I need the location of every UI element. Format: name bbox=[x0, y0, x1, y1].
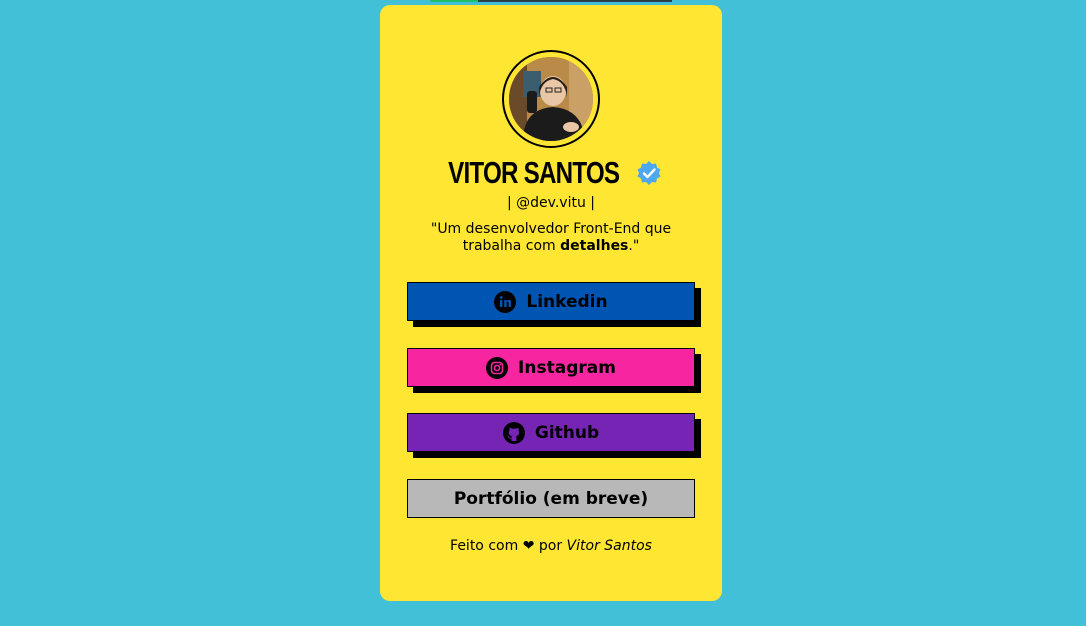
name-row: VITOR SANTOS bbox=[380, 155, 722, 191]
instagram-label: Instagram bbox=[518, 357, 616, 378]
top-loading-bar bbox=[430, 0, 672, 2]
instagram-button[interactable]: Instagram bbox=[407, 348, 695, 387]
linkedin-icon bbox=[494, 290, 517, 313]
bio-text-end: ." bbox=[628, 238, 640, 254]
profile-name: VITOR SANTOS bbox=[448, 155, 620, 190]
verified-badge-icon bbox=[636, 160, 662, 186]
footer-prefix: Feito com bbox=[450, 538, 519, 554]
portfolio-button[interactable]: Portfólio (em breve) bbox=[407, 479, 695, 518]
footer: Feito com ❤ por Vitor Santos bbox=[380, 538, 722, 554]
portfolio-label: Portfólio (em breve) bbox=[453, 488, 649, 509]
heart-icon: ❤ bbox=[522, 538, 535, 554]
github-label: Github bbox=[534, 422, 600, 443]
footer-middle: por bbox=[538, 538, 563, 554]
github-button[interactable]: Github bbox=[407, 413, 695, 452]
avatar-photo bbox=[509, 57, 593, 141]
footer-author: Vitor Santos bbox=[566, 538, 652, 554]
bio-bold-word: detalhes bbox=[560, 238, 629, 254]
avatar bbox=[502, 50, 600, 148]
linkedin-label: Linkedin bbox=[526, 291, 608, 312]
profile-bio: "Um desenvolvedor Front-End que trabalha… bbox=[416, 221, 686, 255]
linkedin-button[interactable]: Linkedin bbox=[407, 282, 695, 321]
profile-card: VITOR SANTOS | @dev.vitu | "Um desenvolv… bbox=[380, 5, 722, 601]
loading-progress-fill bbox=[430, 0, 479, 2]
instagram-icon bbox=[486, 356, 509, 379]
github-icon bbox=[502, 421, 525, 444]
profile-handle: | @dev.vitu | bbox=[506, 195, 596, 211]
